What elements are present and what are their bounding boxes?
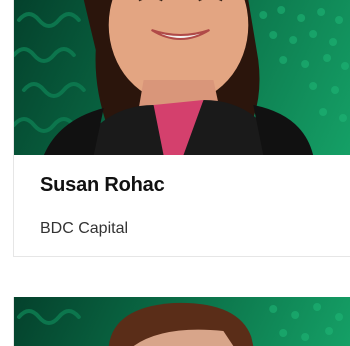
profile-company: BDC Capital <box>40 220 129 237</box>
portrait-photo-icon <box>14 0 350 155</box>
profile-name[interactable]: Susan Rohac <box>40 174 165 197</box>
profile-card[interactable]: Susan Rohac BDC Capital <box>13 0 350 257</box>
profile-card[interactable] <box>13 297 350 346</box>
portrait-photo-icon <box>16 302 344 346</box>
profile-photo <box>14 0 350 155</box>
profile-photo <box>14 297 350 346</box>
